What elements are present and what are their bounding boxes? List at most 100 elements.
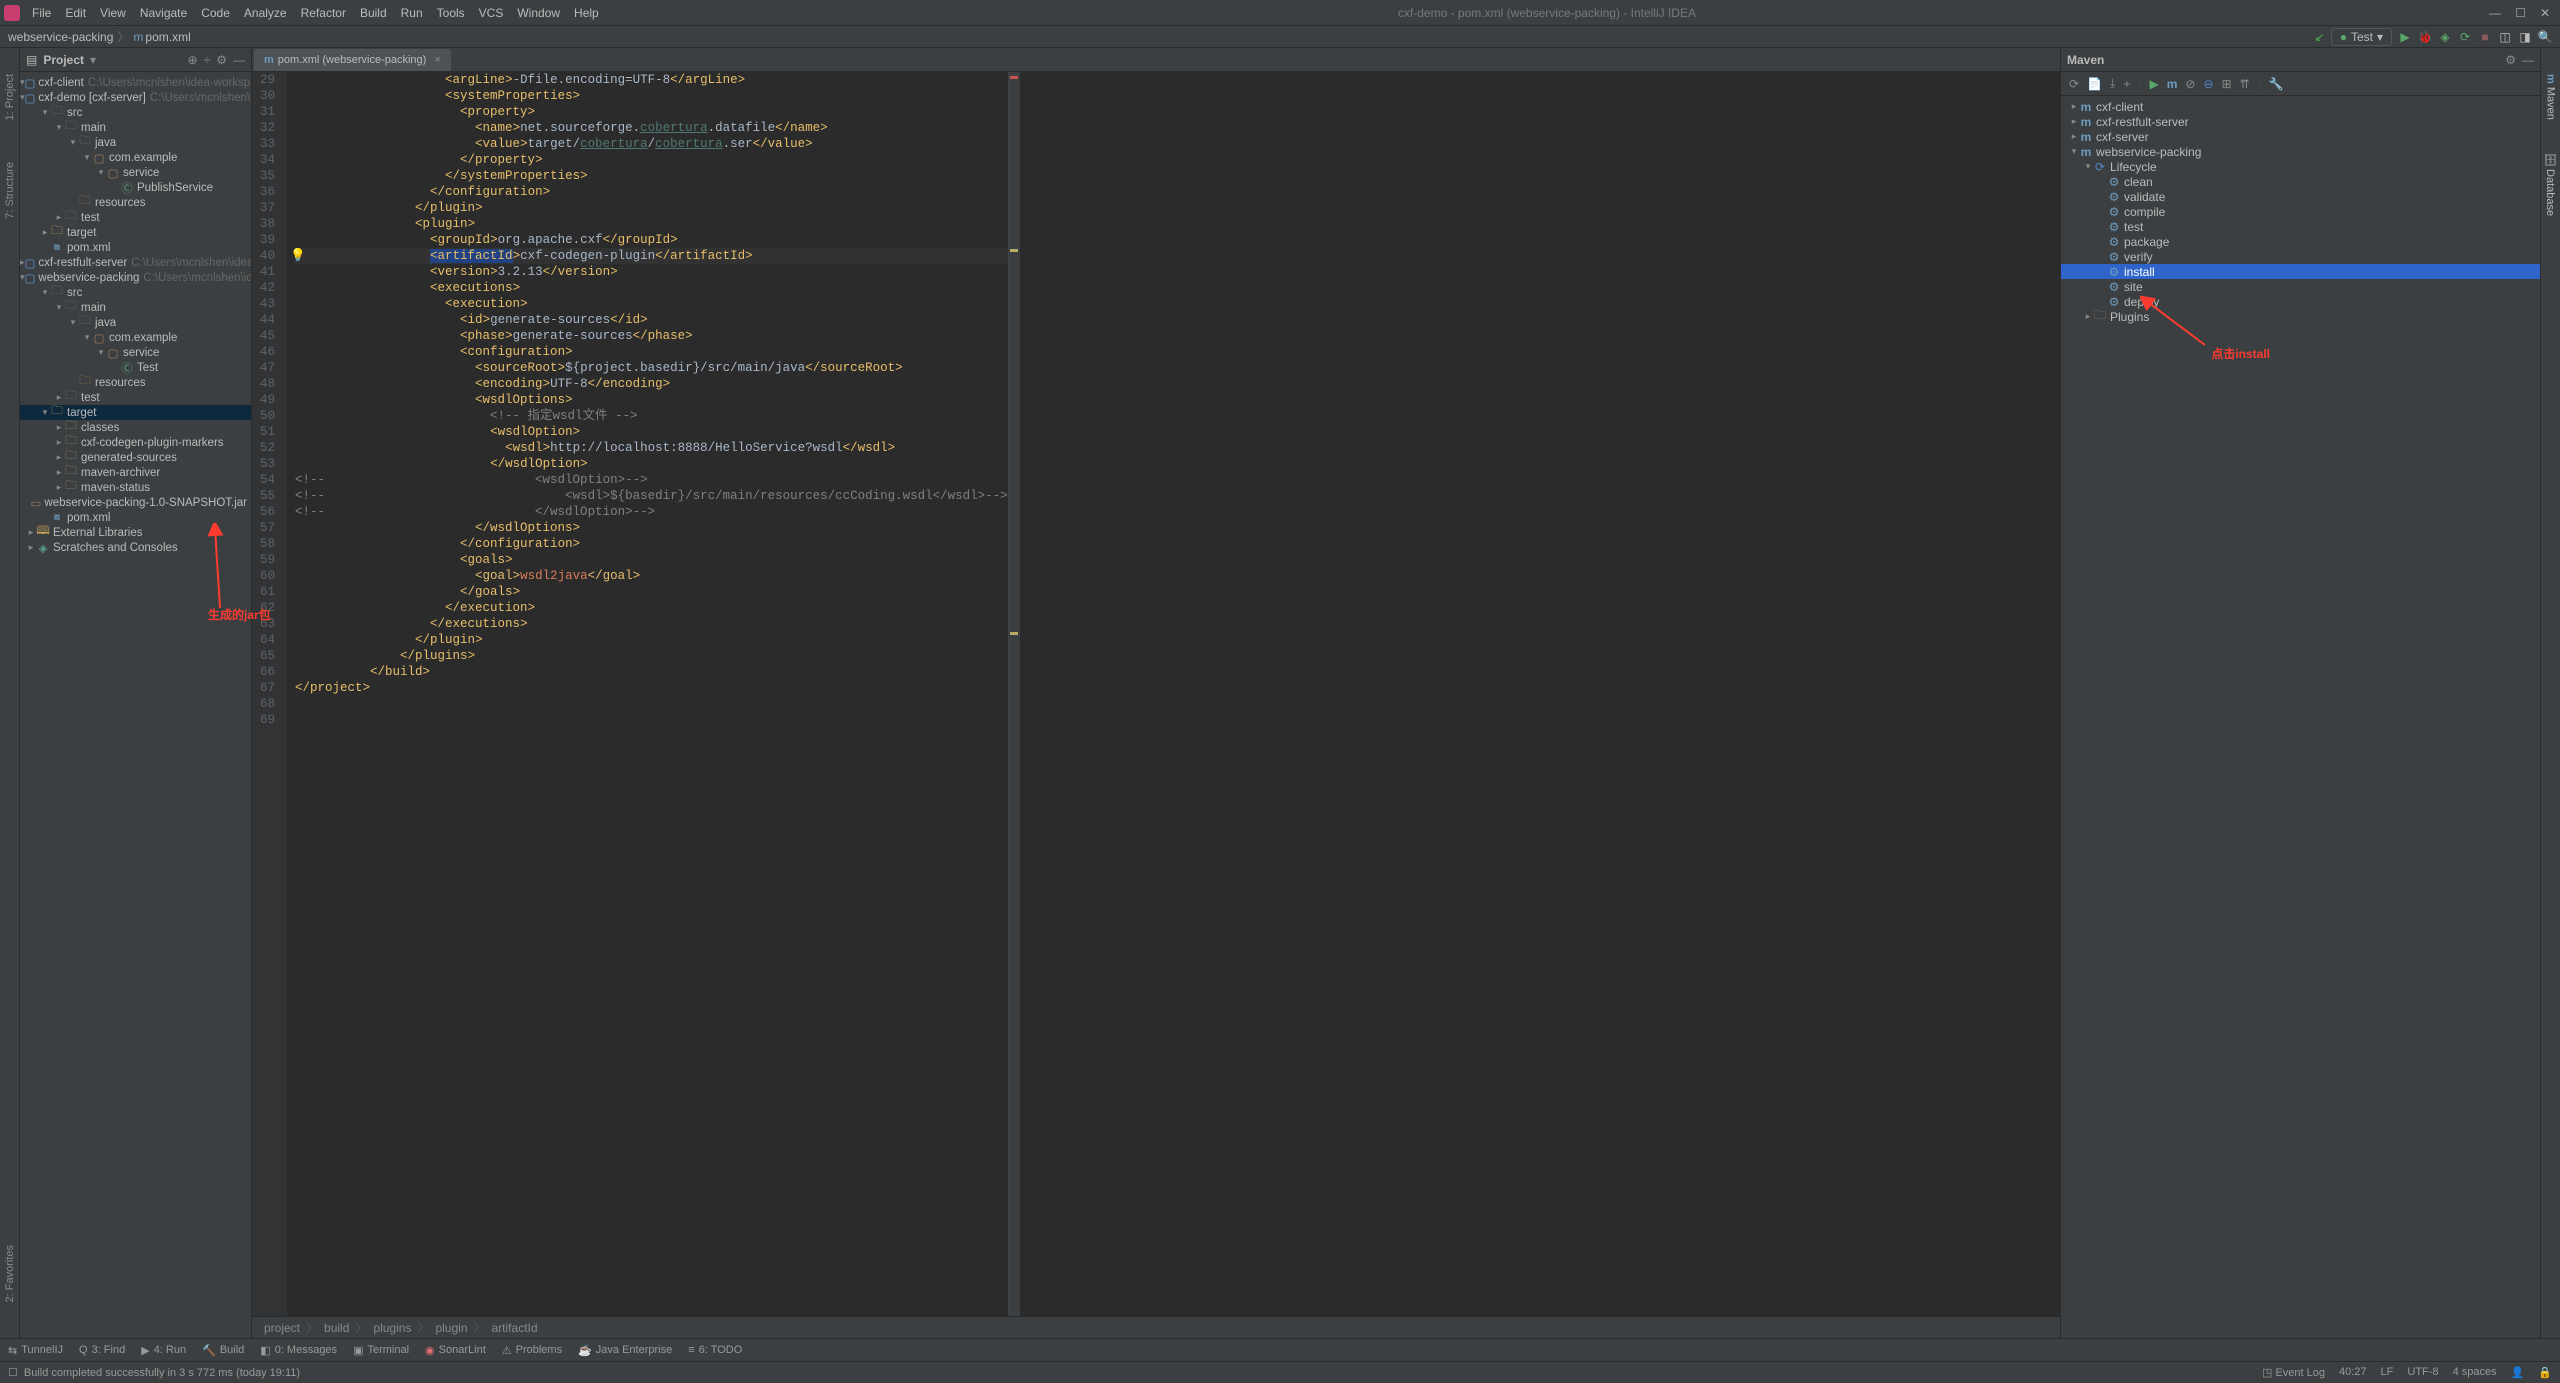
maven-item-cxf-server[interactable]: ▸mcxf-server [2061,129,2540,144]
tab-database[interactable]: 🗄 Database [2542,146,2559,222]
reimport-icon[interactable]: ⟳ [2069,77,2079,91]
editor-breadcrumb[interactable]: project 〉 build 〉 plugins 〉 plugin 〉 art… [252,1316,2060,1338]
menu-analyze[interactable]: Analyze [238,4,293,22]
caret-position[interactable]: 40:27 [2339,1366,2367,1379]
generate-sources-icon[interactable]: 📄 [2087,77,2102,91]
tree-item[interactable]: ▾▢service [20,165,251,180]
bottom-tab-sonarlint[interactable]: ◉SonarLint [425,1344,486,1357]
tree-item[interactable]: ▾▢com.example [20,150,251,165]
bottom-tab-terminal[interactable]: ▣Terminal [353,1344,409,1357]
tree-item[interactable]: ▸🕮External Libraries [20,525,251,540]
stop-icon[interactable]: ■ [2478,30,2492,44]
tree-item[interactable]: ▾🗀java [20,315,251,330]
maven-icon[interactable]: m [2167,77,2178,91]
tree-item[interactable]: 🗀resources [20,195,251,210]
menu-window[interactable]: Window [511,4,566,22]
maven-item-clean[interactable]: ⚙clean [2061,174,2540,189]
bottom-tab-build[interactable]: 🔨Build [202,1344,244,1357]
gear-icon[interactable]: ⚙ [216,53,227,67]
skip-tests-icon[interactable]: ⊖ [2203,77,2213,91]
tree-item[interactable]: mpom.xml [20,510,251,525]
tree-item[interactable]: ▾🗀src [20,285,251,300]
hide-icon[interactable]: — [233,53,245,67]
tree-item[interactable]: ▭webservice-packing-1.0-SNAPSHOT.jar [20,495,251,510]
select-opened-file-icon[interactable]: ⊕ [188,53,198,67]
bottom-tab-run[interactable]: ▶4: Run [141,1344,186,1357]
tree-item[interactable]: 🗀resources [20,375,251,390]
lock-icon[interactable]: 🔒 [2538,1366,2552,1379]
menu-navigate[interactable]: Navigate [134,4,193,22]
bottom-tab-todo[interactable]: ≡6: TODO [688,1344,742,1356]
menu-tools[interactable]: Tools [431,4,471,22]
tree-item[interactable]: ▸🗀cxf-codegen-plugin-markers [20,435,251,450]
tree-item[interactable]: ⒸTest [20,360,251,375]
tree-item[interactable]: ▾🗀main [20,120,251,135]
tree-item[interactable]: mpom.xml [20,240,251,255]
tree-item[interactable]: ▸🗀classes [20,420,251,435]
line-separator[interactable]: LF [2381,1366,2394,1379]
show-deps-icon[interactable]: ⊞ [2222,77,2232,91]
run-config-selector[interactable]: ● Test ▾ [2331,28,2392,46]
editor-tab-pom[interactable]: m pom.xml (webservice-packing) × [254,49,451,71]
run-maven-icon[interactable]: ▶ [2149,77,2158,91]
tree-item[interactable]: ▸🗀maven-archiver [20,465,251,480]
tree-item[interactable]: ▸🗀maven-status [20,480,251,495]
toggle-offline-icon[interactable]: ⊘ [2185,77,2195,91]
tree-item[interactable]: ⒸPublishService [20,180,251,195]
bottom-tab-messages[interactable]: ◧0: Messages [260,1344,337,1357]
collapse-all-icon[interactable]: ÷ [204,53,211,67]
hide-icon[interactable]: — [2522,53,2534,67]
tree-item[interactable]: ▾🗀java [20,135,251,150]
maven-item-validate[interactable]: ⚙validate [2061,189,2540,204]
back-icon[interactable]: ↙ [2315,30,2325,44]
maven-item-package[interactable]: ⚙package [2061,234,2540,249]
settings-icon[interactable]: ◨ [2518,30,2532,44]
bottom-tab-find[interactable]: Q3: Find [79,1344,125,1356]
profile-icon[interactable]: ⟳ [2458,30,2472,44]
status-icon[interactable]: ☐ [8,1366,18,1379]
maven-item-compile[interactable]: ⚙compile [2061,204,2540,219]
structure-icon[interactable]: ◫ [2498,30,2512,44]
bottom-tab-problems[interactable]: ⚠Problems [502,1344,562,1357]
coverage-icon[interactable]: ◈ [2438,30,2452,44]
maven-item-deploy[interactable]: ⚙deploy [2061,294,2540,309]
maven-item-Plugins[interactable]: ▸🗀Plugins [2061,309,2540,324]
project-tree[interactable]: ▾▢cxf-clientC:\Users\mcnlshen\idea-works… [20,72,251,1338]
maven-item-cxf-restfult-server[interactable]: ▸mcxf-restfult-server [2061,114,2540,129]
crumb-build[interactable]: build [324,1321,349,1335]
add-icon[interactable]: + [2123,77,2130,91]
menu-view[interactable]: View [94,4,132,22]
menu-file[interactable]: File [26,4,57,22]
breadcrumb-root[interactable]: webservice-packing [8,30,113,44]
tree-item[interactable]: ▾▢cxf-clientC:\Users\mcnlshen\idea-works… [20,75,251,90]
tree-item[interactable]: ▸🗀generated-sources [20,450,251,465]
menu-edit[interactable]: Edit [59,4,92,22]
crumb-plugin[interactable]: plugin [435,1321,467,1335]
project-panel-title[interactable]: Project [43,53,84,67]
editor-gutter[interactable]: 2930313233343536373839💡40414243444546474… [252,72,287,1316]
menu-run[interactable]: Run [395,4,429,22]
bottom-tab-tunnelij[interactable]: ⇆TunnelIJ [8,1344,63,1357]
tree-item[interactable]: ▸◈Scratches and Consoles [20,540,251,555]
search-icon[interactable]: 🔍 [2538,30,2552,44]
event-log-button[interactable]: ◳ Event Log [2262,1366,2325,1379]
maven-item-site[interactable]: ⚙site [2061,279,2540,294]
debug-icon[interactable]: 🐞 [2418,30,2432,44]
run-icon[interactable]: ▶ [2398,30,2412,44]
menu-code[interactable]: Code [195,4,236,22]
tab-favorites[interactable]: 2: Favorites [2,1239,18,1308]
close-tab-icon[interactable]: × [434,54,440,66]
maven-item-test[interactable]: ⚙test [2061,219,2540,234]
maven-item-install[interactable]: ⚙install [2061,264,2540,279]
inspections-icon[interactable]: 👤 [2511,1366,2525,1379]
menu-vcs[interactable]: VCS [473,4,510,22]
collapse-icon[interactable]: ⇈ [2240,77,2250,91]
crumb-artifactId[interactable]: artifactId [492,1321,538,1335]
bottom-tab-javaenterprise[interactable]: ☕Java Enterprise [578,1344,672,1357]
editor-marker-bar[interactable] [1008,72,1020,1316]
minimize-icon[interactable]: — [2489,6,2501,20]
crumb-project[interactable]: project [264,1321,300,1335]
maven-item-Lifecycle[interactable]: ▾⟳Lifecycle [2061,159,2540,174]
tab-maven[interactable]: m Maven [2543,68,2559,126]
tree-item[interactable]: ▾🗀main [20,300,251,315]
